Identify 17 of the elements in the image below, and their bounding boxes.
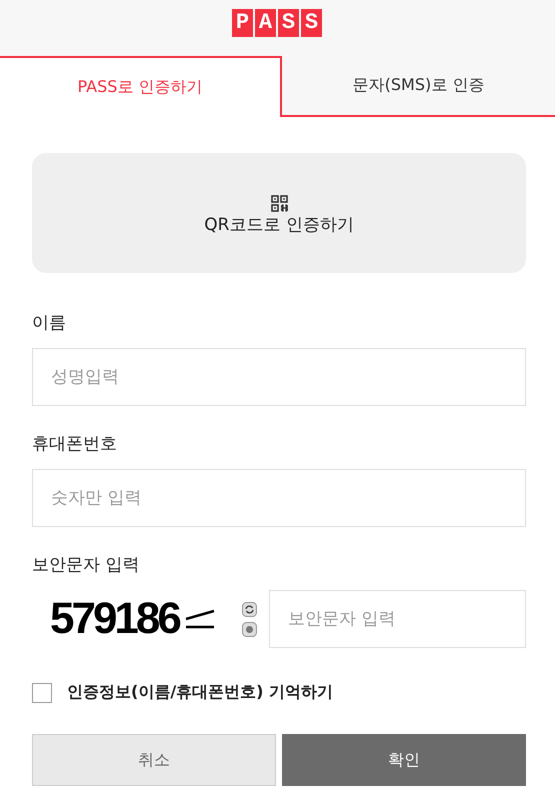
input-field[interactable]: 보안문자 입력 xyxy=(269,590,526,648)
audio-icon[interactable] xyxy=(242,622,257,636)
refresh-icon[interactable] xyxy=(242,602,257,616)
field-label: 이름 xyxy=(32,312,67,334)
checkbox-label: 인증정보(이름/휴대폰번호) 기억하기 xyxy=(67,682,334,703)
confirm-button[interactable]: 확인 xyxy=(282,734,526,786)
qr-auth-button[interactable]: QR코드로 인증하기 xyxy=(32,153,526,273)
captcha-code: 579186 xyxy=(50,594,180,644)
field-label: 휴대폰번호 xyxy=(32,433,118,455)
input-field[interactable]: 성명입력 xyxy=(32,348,526,406)
field-label: 보안문자 입력 xyxy=(32,554,140,576)
cancel-button[interactable]: 취소 xyxy=(32,734,276,786)
captcha-noise-drawing xyxy=(184,609,215,629)
qr-code-icon xyxy=(270,195,288,212)
checkbox[interactable] xyxy=(32,682,52,702)
tab[interactable]: PASS로 인증하기 xyxy=(0,56,282,117)
input-field[interactable]: 숫자만 입력 xyxy=(32,469,526,527)
